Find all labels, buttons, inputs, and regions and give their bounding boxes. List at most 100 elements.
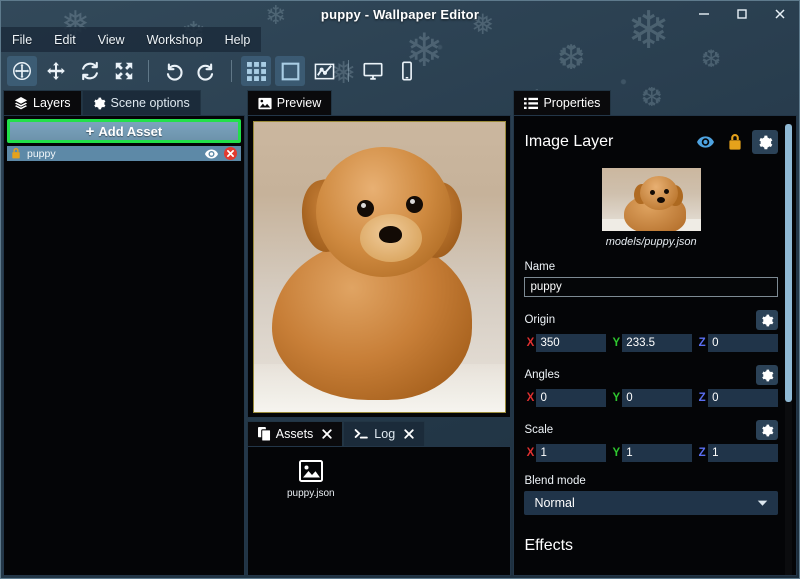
origin-settings-gear-icon[interactable]	[756, 310, 778, 330]
scale-row: X 1 Y 1 Z 1	[524, 444, 779, 462]
tab-scene-options-label: Scene options	[110, 96, 190, 110]
preview-viewport[interactable]	[246, 115, 512, 418]
properties-header: Image Layer	[524, 126, 778, 158]
arrows-move-icon[interactable]	[41, 56, 71, 86]
origin-z-input[interactable]: 0	[708, 334, 779, 352]
scale-y-cell: Y 1	[610, 444, 693, 462]
delete-layer-icon[interactable]	[223, 147, 237, 160]
rotate-icon[interactable]	[75, 56, 105, 86]
angles-settings-gear-icon[interactable]	[756, 365, 778, 385]
preview-tabstrip: Preview	[246, 90, 512, 115]
angles-y-cell: Y 0	[610, 389, 693, 407]
toolbar-separator	[231, 60, 232, 82]
origin-y-cell: Y 233.5	[610, 334, 693, 352]
minimize-button[interactable]	[685, 1, 723, 27]
chart-line-icon[interactable]	[309, 56, 339, 86]
undo-icon[interactable]	[158, 56, 188, 86]
toolbar-separator	[148, 60, 149, 82]
angles-row: X 0 Y 0 Z 0	[524, 389, 779, 407]
tab-layers[interactable]: Layers	[3, 90, 82, 115]
asset-item[interactable]: puppy.json	[278, 459, 344, 499]
lock-icon[interactable]	[11, 148, 21, 159]
thumbnail-path-label: models/puppy.json	[605, 236, 697, 248]
origin-label: Origin	[524, 314, 556, 326]
tab-properties[interactable]: Properties	[513, 90, 612, 115]
image-icon	[258, 97, 272, 110]
lock-toggle-icon[interactable]	[722, 130, 748, 154]
menu-item-file[interactable]: File	[1, 27, 43, 52]
square-outline-icon[interactable]	[275, 56, 305, 86]
tab-log-label: Log	[374, 427, 396, 441]
grid-icon[interactable]	[241, 56, 271, 86]
layer-thumbnail-wrap: models/puppy.json	[524, 168, 778, 248]
origin-header: Origin	[524, 310, 778, 330]
scale-settings-gear-icon[interactable]	[756, 420, 778, 440]
angles-y-input[interactable]: 0	[622, 389, 693, 407]
properties-scrollbar-thumb[interactable]	[785, 124, 792, 402]
scale-icon[interactable]	[109, 56, 139, 86]
move-target-icon[interactable]	[7, 56, 37, 86]
angles-x-input[interactable]: 0	[536, 389, 607, 407]
maximize-button[interactable]	[723, 1, 761, 27]
close-icon[interactable]	[404, 429, 414, 439]
origin-z-cell: Z 0	[696, 334, 779, 352]
layers-panel: Layers Scene options + Add Asset puppy	[3, 90, 245, 576]
origin-x-input[interactable]: 350	[536, 334, 607, 352]
tab-layers-label: Layers	[33, 96, 71, 110]
menu-item-view[interactable]: View	[87, 27, 136, 52]
properties-panel-body: Image Layer models/puppy.json Name puppy…	[513, 115, 797, 576]
thumb-eye-left	[649, 190, 655, 195]
layers-panel-body: + Add Asset puppy	[3, 115, 245, 576]
layer-name: puppy	[27, 147, 56, 160]
scale-y-input[interactable]: 1	[622, 444, 693, 462]
axis-label-x: X	[526, 392, 535, 404]
eye-icon[interactable]	[204, 149, 218, 159]
axis-label-x: X	[526, 337, 535, 349]
scale-header: Scale	[524, 420, 778, 440]
wallpaper-editor-window: ❄ ❅ ❆ ❄ ❅ ❆ ❄ ❅ ❆ ❄ ❅ puppy - Wallpaper …	[0, 0, 800, 579]
name-input[interactable]: puppy	[524, 277, 778, 297]
blend-mode-value: Normal	[534, 496, 575, 510]
thumb-head	[639, 176, 678, 210]
tab-scene-options[interactable]: Scene options	[81, 90, 201, 115]
tab-log[interactable]: Log	[343, 421, 426, 446]
scale-label: Scale	[524, 424, 554, 436]
main-toolbar	[1, 52, 799, 90]
close-button[interactable]	[761, 1, 799, 27]
angles-z-input[interactable]: 0	[708, 389, 779, 407]
tab-preview-label: Preview	[276, 96, 322, 110]
layer-thumbnail[interactable]	[601, 168, 701, 231]
puppy-nose	[378, 225, 402, 243]
layer-list-item[interactable]: puppy	[7, 146, 241, 161]
axis-label-y: Y	[612, 337, 621, 349]
monitor-icon[interactable]	[358, 56, 388, 86]
image-file-icon	[298, 459, 324, 483]
menu-item-edit[interactable]: Edit	[43, 27, 87, 52]
layer-settings-gear-icon[interactable]	[752, 130, 778, 154]
scale-x-input[interactable]: 1	[536, 444, 607, 462]
menu-item-workshop[interactable]: Workshop	[136, 27, 214, 52]
axis-label-z: Z	[698, 392, 706, 404]
main-content-area: Layers Scene options + Add Asset puppy P…	[1, 90, 799, 578]
origin-y-input[interactable]: 233.5	[622, 334, 693, 352]
puppy-eye-left	[356, 199, 374, 217]
close-icon[interactable]	[322, 429, 332, 439]
layers-tabstrip: Layers Scene options	[3, 90, 245, 115]
window-title: puppy - Wallpaper Editor	[320, 6, 480, 22]
window-controls	[685, 1, 799, 27]
scale-x-cell: X 1	[524, 444, 607, 462]
tab-assets[interactable]: Assets	[246, 421, 344, 446]
title-bar[interactable]: puppy - Wallpaper Editor	[1, 1, 799, 27]
phone-icon[interactable]	[392, 56, 422, 86]
properties-title: Image Layer	[524, 133, 614, 150]
properties-tabstrip: Properties	[513, 90, 797, 115]
scale-z-input[interactable]: 1	[708, 444, 779, 462]
visibility-toggle-icon[interactable]	[692, 130, 718, 154]
menu-item-help[interactable]: Help	[214, 27, 262, 52]
tab-preview[interactable]: Preview	[246, 90, 333, 115]
blend-mode-select[interactable]: Normal	[524, 491, 778, 515]
redo-icon[interactable]	[192, 56, 222, 86]
add-asset-label: Add Asset	[98, 123, 163, 139]
add-asset-button[interactable]: + Add Asset	[7, 119, 241, 143]
properties-scrollbar[interactable]	[785, 124, 792, 575]
